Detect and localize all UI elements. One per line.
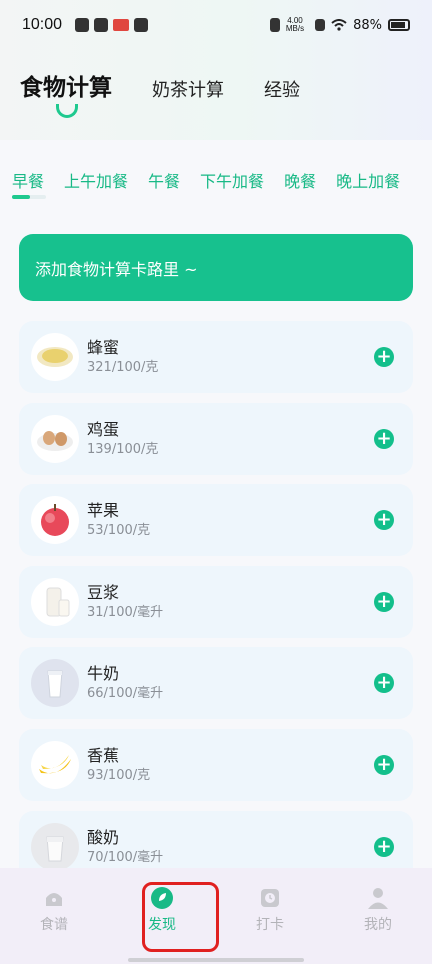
- food-calories: 139/100/克: [87, 441, 159, 457]
- wifi-icon: [331, 19, 347, 31]
- meal-tab-morning-snack[interactable]: 上午加餐: [64, 168, 128, 192]
- food-name: 苹果: [87, 501, 120, 521]
- add-food-button[interactable]: +: [374, 754, 394, 775]
- food-calories: 93/100/克: [87, 767, 151, 783]
- add-food-button[interactable]: +: [374, 428, 394, 449]
- soymilk-icon: [31, 577, 79, 626]
- add-food-button[interactable]: +: [374, 347, 394, 367]
- milk-icon: [31, 659, 79, 708]
- food-name: 鸡蛋: [87, 419, 120, 439]
- food-calories: 53/100/克: [87, 523, 151, 539]
- sim-icon: [315, 19, 326, 31]
- vibrate-icon: [269, 18, 280, 32]
- add-food-banner-text: 添加食物计算卡路里 ~: [35, 259, 198, 279]
- yogurt-icon: [31, 822, 79, 871]
- add-food-button[interactable]: +: [374, 591, 394, 612]
- profile-icon: [368, 888, 388, 909]
- notification-icon: [75, 18, 90, 32]
- egg-icon: [31, 414, 79, 463]
- food-item-egg[interactable]: 鸡蛋 139/100/克 +: [19, 402, 413, 475]
- add-food-button[interactable]: +: [374, 673, 394, 694]
- add-food-banner[interactable]: 添加食物计算卡路里 ~: [19, 234, 413, 301]
- food-calories: 66/100/毫升: [87, 686, 164, 702]
- food-name: 牛奶: [87, 664, 120, 684]
- add-food-button[interactable]: +: [374, 510, 394, 531]
- banana-icon: [31, 740, 79, 789]
- meal-tab-indicator: [12, 195, 46, 199]
- home-indicator: [128, 958, 304, 962]
- status-bar: 10:00 4.00 MB/s 88%: [0, 0, 432, 50]
- nav-label: 打卡: [256, 917, 284, 933]
- food-calories: 31/100/毫升: [87, 604, 164, 620]
- notification-icon: [94, 18, 109, 32]
- status-time: 10:00: [22, 16, 63, 33]
- food-item-apple[interactable]: 苹果 53/100/克 +: [19, 484, 413, 557]
- nav-item-recipes[interactable]: 食谱: [0, 868, 108, 964]
- checkin-icon: [261, 889, 279, 907]
- meal-tab-bar: 早餐 上午加餐 午餐 下午加餐 晚餐 晚上加餐: [12, 168, 432, 192]
- food-item-banana[interactable]: 香蕉 93/100/克 +: [19, 728, 413, 801]
- add-food-button[interactable]: +: [374, 836, 394, 857]
- network-speed-unit: MB/s: [285, 24, 305, 33]
- food-name: 香蕉: [87, 745, 120, 765]
- notification-icon: [134, 18, 149, 32]
- tab-experience[interactable]: 经验: [264, 76, 300, 102]
- nav-item-profile[interactable]: 我的: [324, 868, 432, 964]
- network-speed: 4.00 MB/s: [286, 17, 304, 33]
- food-calories: 321/100/克: [87, 360, 159, 375]
- apple-icon: [31, 496, 79, 545]
- food-item-soymilk[interactable]: 豆浆 31/100/毫升 +: [19, 565, 413, 638]
- food-item-honey[interactable]: 蜂蜜 321/100/克 +: [19, 321, 413, 393]
- meal-tab-afternoon-snack[interactable]: 下午加餐: [200, 168, 264, 192]
- honey-icon: [31, 333, 79, 381]
- notification-icon: [113, 19, 130, 31]
- food-name: 酸奶: [87, 827, 120, 847]
- meal-tab-lunch[interactable]: 午餐: [148, 168, 180, 192]
- food-name: 豆浆: [87, 582, 120, 602]
- meal-tab-dinner[interactable]: 晚餐: [284, 168, 316, 192]
- food-item-milk[interactable]: 牛奶 66/100/毫升 +: [19, 647, 413, 720]
- top-tab-bar: 食物计算 奶茶计算 经验: [20, 68, 340, 102]
- highlight-box: [142, 882, 219, 952]
- nav-label: 我的: [364, 917, 392, 933]
- recipe-icon: [46, 893, 62, 906]
- battery-icon: [388, 19, 410, 31]
- nav-label: 食谱: [40, 917, 68, 933]
- tab-food-calc[interactable]: 食物计算: [20, 68, 112, 102]
- battery-percent: 88%: [353, 17, 382, 33]
- food-list: 蜂蜜 321/100/克 + 鸡蛋 139/100/克 + 苹果 53/100/…: [19, 321, 413, 892]
- nav-item-checkin[interactable]: 打卡: [216, 868, 324, 964]
- food-calories: 70/100/毫升: [87, 849, 164, 865]
- meal-tab-breakfast[interactable]: 早餐: [12, 168, 44, 192]
- tab-milk-tea-calc[interactable]: 奶茶计算: [152, 76, 224, 102]
- food-name: 蜂蜜: [87, 338, 120, 357]
- meal-tab-night-snack[interactable]: 晚上加餐: [336, 168, 400, 192]
